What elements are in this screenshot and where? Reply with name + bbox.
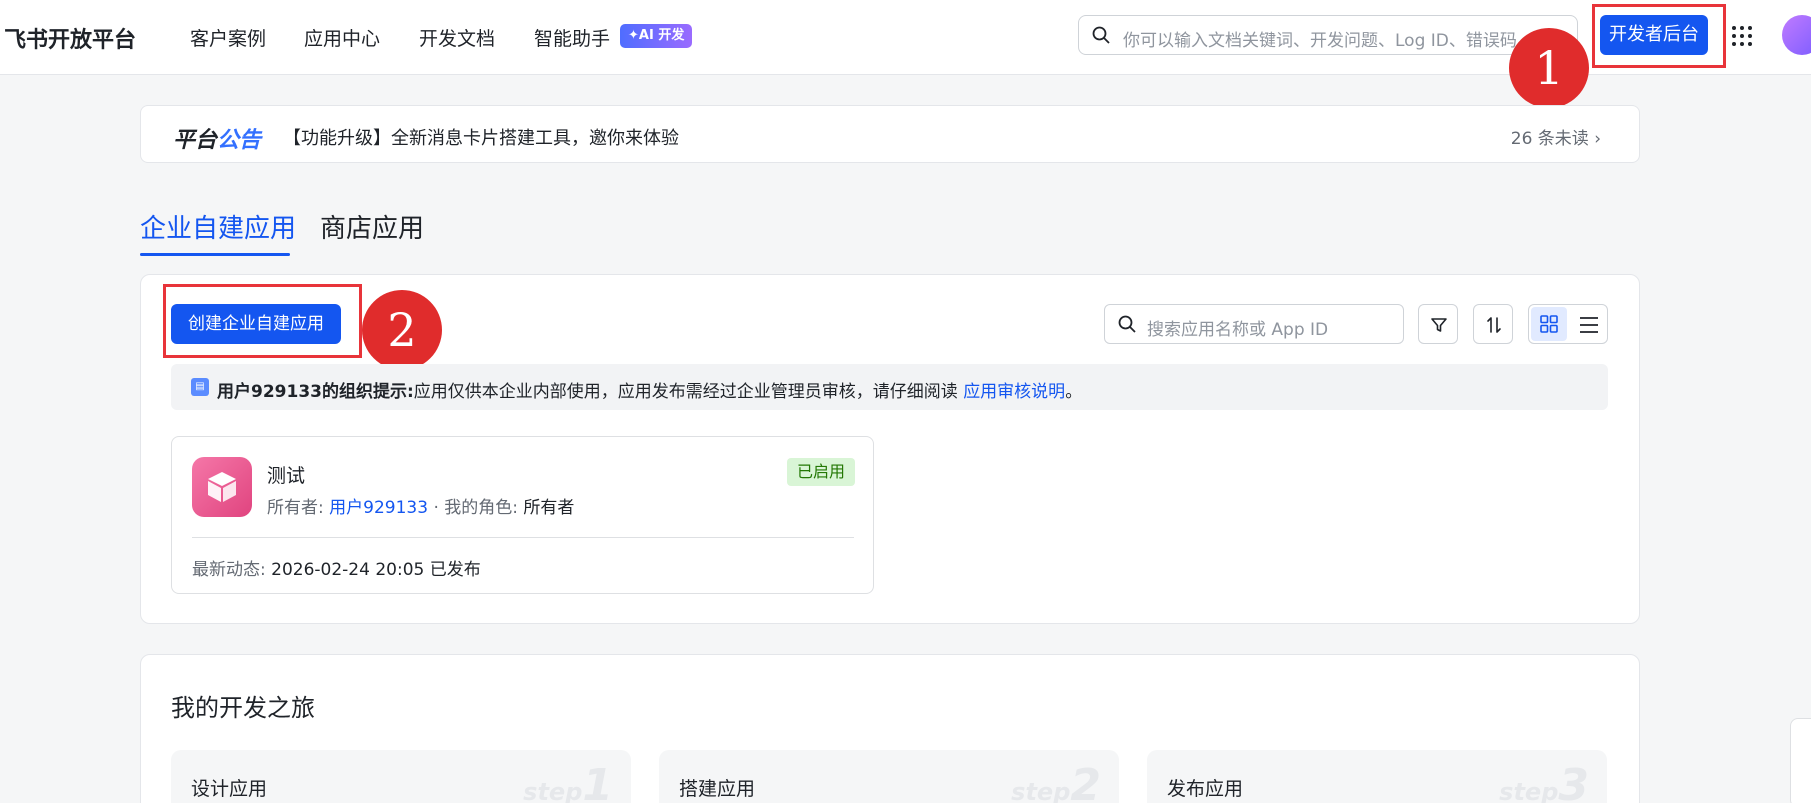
grid-view-icon xyxy=(1540,315,1558,333)
step-watermark: step3 xyxy=(1499,760,1589,803)
apps-grid-icon[interactable] xyxy=(1730,24,1754,48)
search-placeholder: 你可以输入文档关键词、开发问题、Log ID、错误码 xyxy=(1123,31,1517,51)
org-tip-title: 用户929133的组织提示: xyxy=(217,382,414,402)
nav-smart-assistant[interactable]: 智能助手 xyxy=(534,24,610,51)
step-card-publish[interactable]: 发布应用 step3 xyxy=(1147,750,1607,803)
search-icon xyxy=(1092,26,1110,44)
search-icon xyxy=(1118,315,1136,333)
app-name[interactable]: 测试 xyxy=(267,461,305,488)
step-title: 搭建应用 xyxy=(679,778,756,800)
announcement-label-platform: 平台 xyxy=(173,128,218,153)
card-divider xyxy=(192,537,854,538)
list-view-icon[interactable] xyxy=(1579,316,1599,334)
unread-count-link[interactable]: 26 条未读 › xyxy=(1511,124,1601,149)
annotation-marker-1: 1 xyxy=(1509,28,1589,108)
org-tip-banner: ▤ 用户929133的组织提示:应用仅供本企业内部使用，应用发布需经过企业管理员… xyxy=(171,364,1608,410)
sort-button[interactable] xyxy=(1473,304,1513,344)
org-tip-text: 用户929133的组织提示:应用仅供本企业内部使用，应用发布需经过企业管理员审核… xyxy=(217,377,1082,402)
annotation-highlight-1 xyxy=(1592,4,1726,68)
app-search-input[interactable]: 搜索应用名称或 App ID xyxy=(1104,304,1404,344)
latest-activity: 最新动态: 2026-02-24 20:05 已发布 xyxy=(192,555,481,580)
user-avatar[interactable] xyxy=(1782,15,1811,55)
app-card[interactable]: 测试 所有者: 用户929133 · 我的角色: 所有者 已启用 最新动态: 2… xyxy=(171,436,874,594)
review-guide-link[interactable]: 应用审核说明 xyxy=(963,382,1065,402)
step-card-design[interactable]: 设计应用 step1 xyxy=(171,750,631,803)
role-label: · 我的角色: xyxy=(428,498,524,518)
step-card-build[interactable]: 搭建应用 step2 xyxy=(659,750,1119,803)
active-tab-indicator xyxy=(140,253,290,256)
nav-customer-cases[interactable]: 客户案例 xyxy=(190,24,266,51)
owner-link[interactable]: 用户929133 xyxy=(329,498,428,518)
cube-icon xyxy=(208,472,236,502)
nav-app-center[interactable]: 应用中心 xyxy=(304,24,380,51)
app-owner-line: 所有者: 用户929133 · 我的角色: 所有者 xyxy=(267,493,574,518)
step-title: 设计应用 xyxy=(191,778,268,800)
sort-icon xyxy=(1487,317,1501,333)
grid-view-button[interactable] xyxy=(1531,307,1567,341)
announcement-bar[interactable]: 平台 公告 【功能升级】全新消息卡片搭建工具，邀你来体验 26 条未读 › xyxy=(140,105,1640,163)
org-tip-body: 应用仅供本企业内部使用，应用发布需经过企业管理员审核，请仔细阅读 xyxy=(413,382,964,402)
view-toggle[interactable] xyxy=(1528,304,1608,344)
annotation-marker-2: 2 xyxy=(362,290,442,370)
notice-icon: ▤ xyxy=(191,378,209,396)
dev-journey-title: 我的开发之旅 xyxy=(171,694,315,722)
app-search-placeholder: 搜索应用名称或 App ID xyxy=(1147,320,1329,340)
owner-label: 所有者: xyxy=(267,498,330,518)
role-value: 所有者 xyxy=(523,498,575,518)
ai-dev-badge: ✦AI 开发 xyxy=(620,24,693,48)
app-icon xyxy=(192,457,252,517)
global-search-input[interactable]: 你可以输入文档关键词、开发问题、Log ID、错误码 xyxy=(1078,15,1578,55)
filter-icon xyxy=(1431,318,1447,332)
latest-label: 最新动态: xyxy=(192,560,272,580)
nav-dev-docs[interactable]: 开发文档 xyxy=(419,24,495,51)
step-title: 发布应用 xyxy=(1167,778,1244,800)
tab-enterprise-apps[interactable]: 企业自建应用 xyxy=(140,208,296,245)
step-watermark: step2 xyxy=(1011,760,1101,803)
announcement-message[interactable]: 【功能升级】全新消息卡片搭建工具，邀你来体验 xyxy=(283,124,679,150)
announcement-label-notice: 公告 xyxy=(217,128,262,153)
latest-value: 2026-02-24 20:05 已发布 xyxy=(271,560,481,580)
step-watermark: step1 xyxy=(523,760,613,803)
tab-store-apps[interactable]: 商店应用 xyxy=(320,208,424,245)
org-tip-end: 。 xyxy=(1065,382,1083,402)
filter-button[interactable] xyxy=(1418,304,1458,344)
status-badge: 已启用 xyxy=(787,458,856,486)
logo[interactable]: 飞书开放平台 xyxy=(4,22,136,54)
annotation-highlight-2 xyxy=(163,284,362,358)
side-collapse-tab[interactable] xyxy=(1790,718,1811,803)
